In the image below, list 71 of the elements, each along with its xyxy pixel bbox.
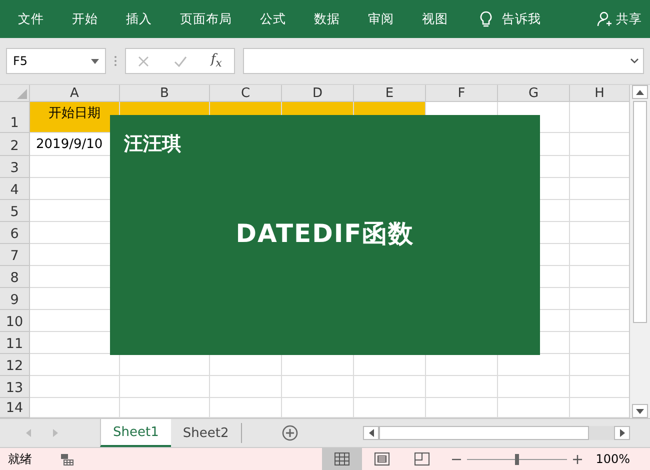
row-header[interactable]: 14 [0,398,30,418]
column-header[interactable]: G [498,85,570,102]
column-header[interactable]: H [570,85,630,102]
down-arrow-icon [636,408,644,414]
macro-record-icon[interactable] [60,452,74,466]
scroll-thumb[interactable] [633,101,648,323]
column-header[interactable]: D [282,85,354,102]
view-button[interactable] [322,448,362,470]
normal-view-icon [334,452,350,466]
person-add-icon [597,11,613,27]
zoom-slider-thumb[interactable] [514,454,519,464]
right-arrow-icon [620,429,624,437]
column-header[interactable]: A [30,85,120,102]
scroll-down-button[interactable] [632,404,648,418]
table-cell: 开始日期 [30,102,120,133]
table-cell [354,376,426,398]
zoom-in-icon[interactable] [572,454,582,464]
ribbon-tab[interactable]: 数据 [314,10,340,28]
table-cell [498,376,570,398]
row-header[interactable]: 9 [0,288,30,310]
column-header[interactable]: E [354,85,426,102]
author-name: 汪汪琪 [124,132,181,157]
ribbon-tab[interactable]: 公式 [260,10,286,28]
expand-icon [630,58,639,64]
grip-icon [114,55,117,67]
sheet-tab[interactable]: Sheet1 [100,419,171,447]
name-box[interactable]: F5 [6,48,106,74]
table-cell [426,376,498,398]
row-header[interactable]: 13 [0,376,30,398]
column-header[interactable]: F [426,85,498,102]
row-header[interactable]: 1 [0,102,30,133]
scroll-up-button[interactable] [632,85,648,99]
ribbon-tab[interactable]: 页面布局 [180,10,232,28]
left-arrow-icon [368,429,374,437]
dropdown-icon [91,58,99,64]
column-header[interactable]: B [120,85,210,102]
row-header[interactable]: 2 [0,133,30,156]
row-header[interactable]: 12 [0,354,30,376]
tell-me-search[interactable]: 告诉我 [502,10,541,28]
ribbon-tab[interactable]: 审阅 [368,10,394,28]
lightbulb-icon [480,10,492,28]
share-button[interactable]: 共享 [616,10,642,28]
sheet-tab[interactable]: Sheet2 [170,423,242,443]
zoom-level[interactable]: 100% [596,452,630,466]
page-break-icon [414,452,430,466]
ribbon-tab[interactable]: 插入 [126,10,152,28]
insert-function-button[interactable]: f$_{x}$ [210,52,222,70]
scroll-thumb[interactable] [379,426,589,440]
up-arrow-icon [636,90,644,94]
scroll-left-button[interactable] [363,426,379,440]
row-header[interactable]: 3 [0,156,30,178]
row-header[interactable]: 5 [0,200,30,222]
table-cell [282,376,354,398]
row-header[interactable]: 11 [0,332,30,354]
status-text: 就绪 [8,450,32,468]
row-header[interactable]: 8 [0,266,30,288]
page-layout-icon [374,452,390,466]
row-header[interactable]: 4 [0,178,30,200]
ribbon-tab[interactable]: 开始 [72,10,98,28]
scroll-right-button[interactable] [614,426,630,440]
row-header[interactable]: 6 [0,222,30,244]
table-cell [210,376,282,398]
row-header[interactable]: 7 [0,244,30,266]
ribbon-tab[interactable]: 文件 [18,10,44,28]
check-icon[interactable] [174,56,187,66]
banner-title: DATEDIF函数 [236,218,414,250]
column-header[interactable]: C [210,85,282,102]
ribbon-tab[interactable]: 视图 [422,10,448,28]
formula-input[interactable] [243,48,644,74]
add-sheet-icon[interactable] [282,425,298,441]
row-header[interactable]: 10 [0,310,30,332]
